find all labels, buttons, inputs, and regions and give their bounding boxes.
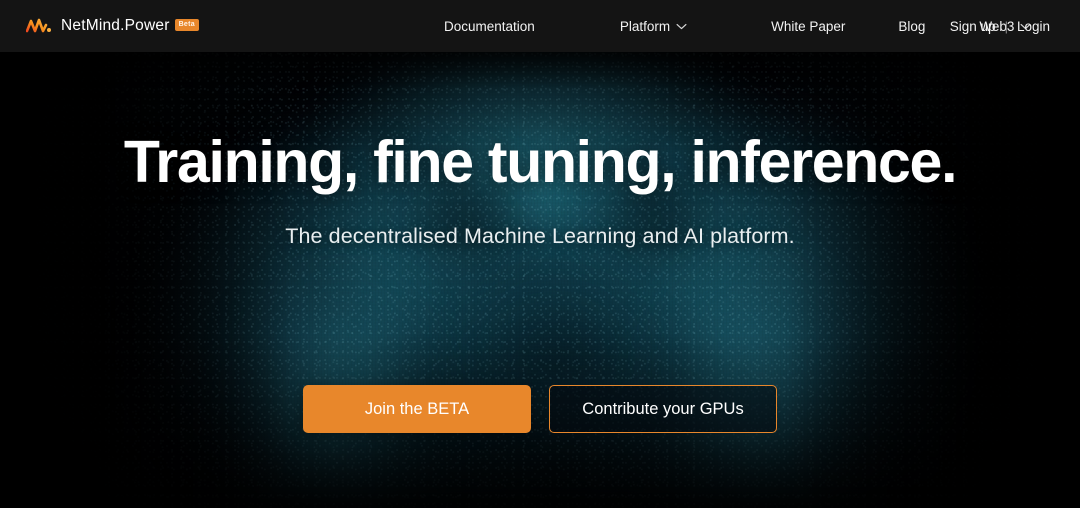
landing-page: NetMind.Power Beta Documentation Platform…	[0, 0, 1080, 508]
hero-section: Training, fine tuning, inference. The de…	[0, 52, 1080, 508]
nav-item-white-paper-label: White Paper	[771, 18, 846, 34]
nav-menu: Documentation Platform White Paper Blog …	[444, 0, 1031, 52]
hero-subheadline: The decentralised Machine Learning and A…	[285, 224, 795, 248]
netmind-wave-logo-icon	[26, 18, 51, 33]
auth-divider: |	[1004, 18, 1008, 34]
nav-item-blog[interactable]: Blog	[898, 19, 925, 34]
hero-headline: Training, fine tuning, inference.	[123, 129, 958, 195]
beta-badge: Beta	[174, 18, 199, 31]
login-link[interactable]: Login	[1017, 19, 1050, 34]
cta-button-row: Join the BETA Contribute your GPUs	[0, 385, 1080, 433]
auth-links: Sign up | Login	[950, 0, 1050, 52]
brand-name-text: NetMind.Power	[61, 17, 170, 34]
nav-item-blog-label: Blog	[898, 18, 926, 34]
hero-content: Training, fine tuning, inference. The de…	[0, 52, 1080, 508]
chevron-down-icon	[676, 23, 687, 29]
nav-item-documentation-label: Documentation	[444, 18, 535, 34]
sign-up-link[interactable]: Sign up	[950, 19, 996, 34]
nav-item-white-paper[interactable]: White Paper	[771, 19, 845, 34]
join-beta-button[interactable]: Join the BETA	[303, 385, 531, 433]
brand-logo-link[interactable]: NetMind.Power Beta	[26, 16, 199, 36]
nav-item-platform-label: Platform	[619, 18, 671, 34]
contribute-gpus-button[interactable]: Contribute your GPUs	[549, 385, 777, 433]
nav-item-documentation[interactable]: Documentation	[444, 19, 535, 34]
brand-name: NetMind.Power Beta	[61, 17, 199, 35]
nav-item-platform[interactable]: Platform	[620, 19, 687, 34]
top-navigation-bar: NetMind.Power Beta Documentation Platform…	[0, 0, 1080, 52]
